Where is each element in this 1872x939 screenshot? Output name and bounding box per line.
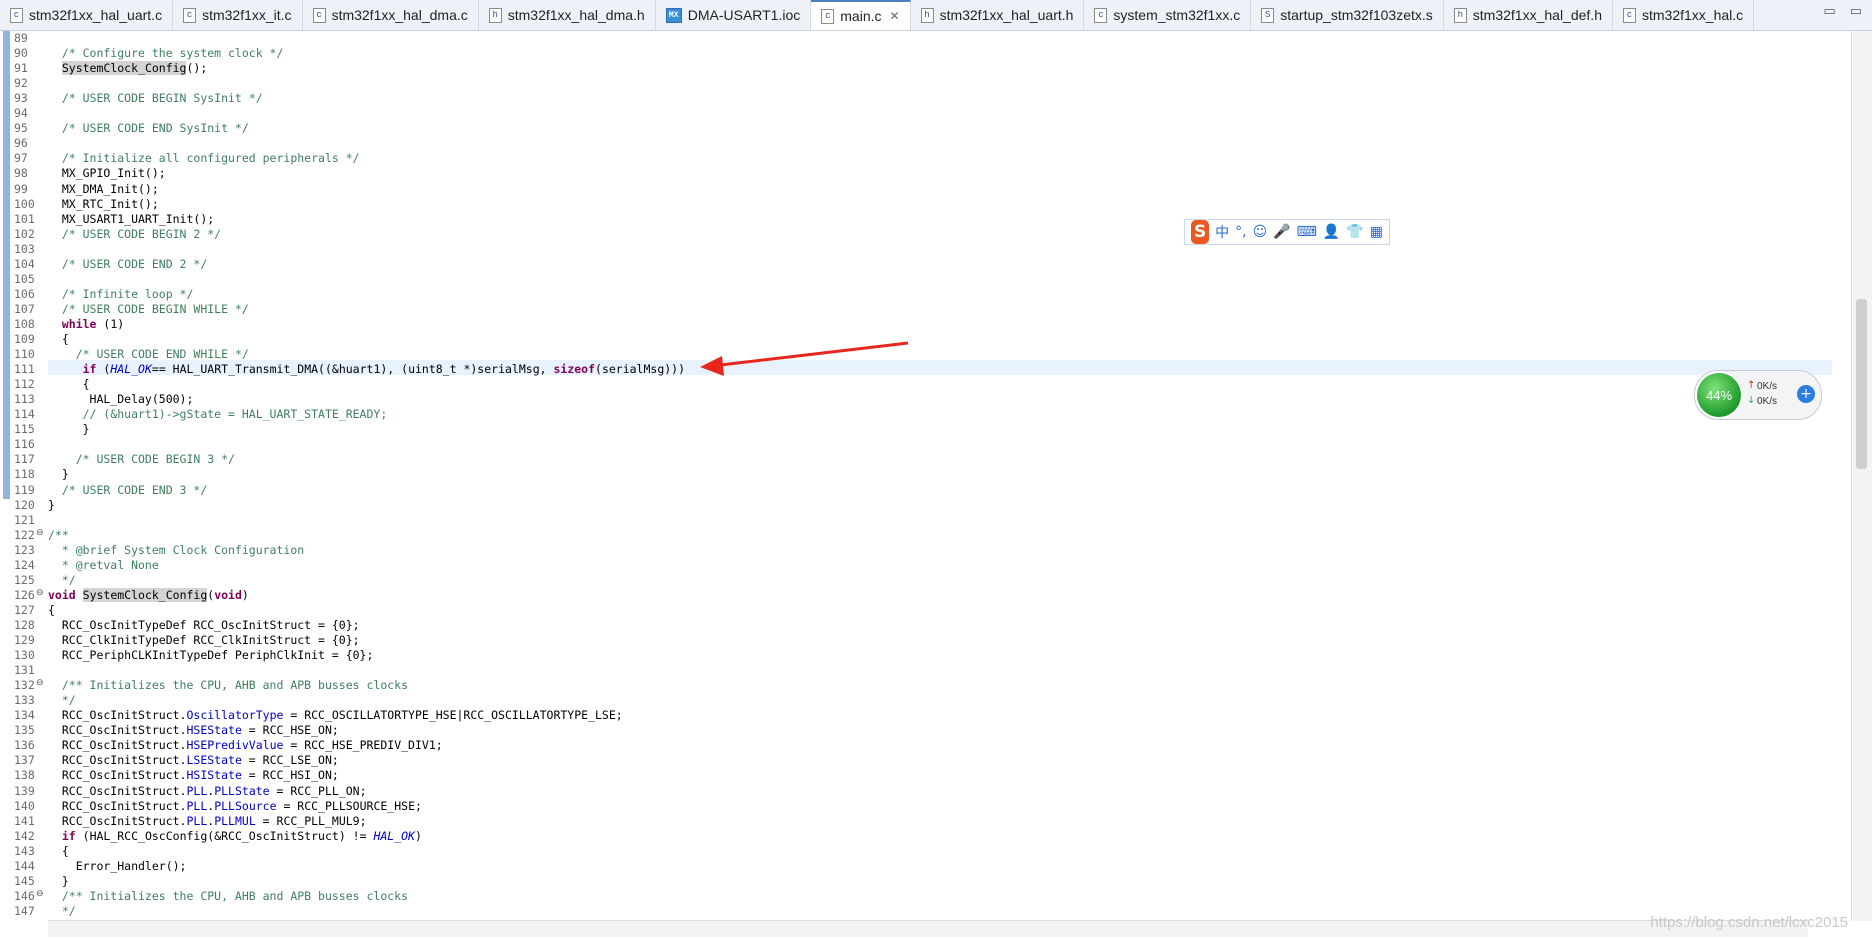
skin-shirt-icon[interactable]: 👕 <box>1346 224 1363 240</box>
toolbox-grid-icon[interactable]: ▦ <box>1370 224 1383 240</box>
download-speed: 0K/s <box>1757 396 1778 407</box>
horizontal-scrollbar[interactable] <box>48 920 1808 937</box>
memory-usage-ball[interactable]: 44% <box>1697 373 1741 417</box>
emoji-icon[interactable]: ☺ <box>1253 224 1268 240</box>
scrollbar-thumb[interactable] <box>1856 299 1867 469</box>
user-icon[interactable]: 👤 <box>1323 224 1340 240</box>
add-icon[interactable]: + <box>1797 385 1815 403</box>
keyboard-icon[interactable]: ⌨ <box>1297 224 1317 240</box>
sogou-logo-icon[interactable]: S <box>1191 220 1210 244</box>
network-speed-widget[interactable]: 44% ↑ 0K/s ↓ 0K/s + <box>1694 370 1822 420</box>
ime-toolbar: S 中 °, ☺ 🎤 ⌨ 👤 👕 ▦ <box>1184 219 1390 245</box>
arrow-head <box>700 356 724 376</box>
download-arrow-icon: ↓ <box>1747 395 1756 406</box>
red-arrow-annotation <box>700 341 909 376</box>
microphone-icon[interactable]: 🎤 <box>1273 224 1290 240</box>
chinese-mode-icon[interactable]: 中 <box>1215 222 1229 242</box>
upload-speed: 0K/s <box>1757 381 1778 392</box>
upload-arrow-icon: ↑ <box>1747 380 1756 391</box>
watermark: https://blog.csdn.net/lcxc2015 <box>1650 914 1848 931</box>
punctuation-icon[interactable]: °, <box>1235 224 1246 240</box>
vertical-scrollbar[interactable] <box>1851 31 1872 921</box>
arrow-shaft <box>711 341 909 368</box>
